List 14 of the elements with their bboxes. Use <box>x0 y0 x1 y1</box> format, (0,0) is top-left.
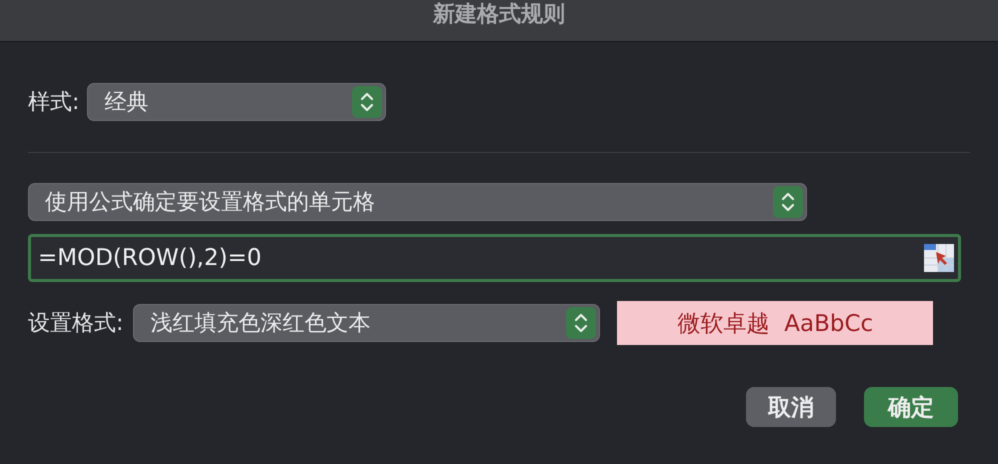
window-title: 新建格式规则 <box>433 1 565 29</box>
format-preview: 微软卓越 AaBbCc <box>617 301 934 345</box>
stepper-icon <box>566 307 596 339</box>
dialog-button[interactable]: 取消 <box>746 387 836 427</box>
stepper-icon <box>773 186 803 218</box>
format-dropdown[interactable]: 浅红填充色深红色文本 <box>133 304 600 342</box>
style-label: 样式: <box>28 89 80 117</box>
rule-type-dropdown[interactable]: 使用公式确定要设置格式的单元格 <box>28 183 807 221</box>
stepper-icon <box>352 86 382 118</box>
dialog-button[interactable]: 确定 <box>864 387 958 427</box>
formula-field[interactable]: =MOD(ROW(),2)=0 <box>28 234 961 282</box>
range-picker-icon[interactable] <box>924 244 954 272</box>
format-label: 设置格式: <box>28 310 124 338</box>
style-dropdown[interactable]: 经典 <box>87 83 386 121</box>
